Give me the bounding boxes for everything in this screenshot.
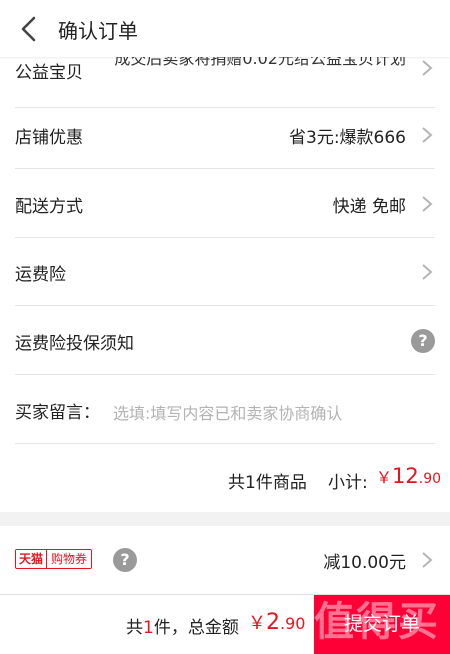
help-icon[interactable]: ?: [411, 329, 435, 353]
subtotal-row: 共1件商品 小计: ￥12.90: [0, 444, 450, 512]
insurance-notice-label: 运费险投保须知: [15, 334, 134, 354]
total-price: ￥2.90: [248, 609, 305, 635]
price-integer: 12: [392, 464, 419, 488]
order-card: 公益宝贝 成交后卖家将捐赠0.02元给公益宝贝计划 店铺优惠 省3元:爆款666…: [0, 0, 450, 512]
tmall-coupon-badge: 天猫 购物券: [15, 549, 93, 569]
currency-symbol: ￥: [248, 613, 266, 634]
coupon-value: 减10.00元: [323, 553, 406, 573]
chevron-right-icon: [422, 552, 433, 568]
shop-discount-row[interactable]: 店铺优惠 省3元:爆款666: [0, 101, 450, 169]
buyer-message-row[interactable]: 买家留言： 选填:填写内容已和卖家协商确认: [0, 376, 450, 444]
chevron-right-icon: [422, 196, 433, 212]
total-suffix: 件，总金额: [153, 618, 239, 638]
total-prefix: 共: [126, 618, 143, 638]
chevron-right-icon: [422, 127, 433, 143]
delivery-value: 快递 免邮: [332, 197, 406, 217]
insurance-notice-row[interactable]: 运费险投保须知 ?: [0, 307, 450, 375]
buyer-message-input[interactable]: 选填:填写内容已和卖家协商确认: [113, 400, 342, 424]
delivery-label: 配送方式: [15, 197, 83, 217]
shipping-insurance-row[interactable]: 运费险: [0, 238, 450, 306]
submit-order-button[interactable]: 提交订单: [314, 595, 450, 654]
shop-discount-value: 省3元:爆款666: [289, 128, 406, 148]
tmall-logo: 天猫: [16, 550, 47, 568]
subtotal-label: 小计:: [328, 473, 368, 493]
back-arrow-icon[interactable]: [14, 14, 44, 44]
page-title: 确认订单: [58, 19, 138, 43]
divider: [15, 305, 435, 306]
delivery-row[interactable]: 配送方式 快递 免邮: [0, 170, 450, 238]
buyer-message-label: 买家留言：: [15, 403, 100, 423]
price-decimal: .90: [418, 471, 442, 487]
welfare-label: 公益宝贝: [15, 63, 83, 83]
currency-symbol: ￥: [376, 468, 393, 487]
help-icon[interactable]: ?: [113, 548, 137, 572]
app-header: 确认订单: [0, 0, 450, 57]
shop-discount-label: 店铺优惠: [15, 128, 83, 148]
chevron-right-icon: [422, 264, 433, 280]
divider: [15, 374, 435, 375]
price-decimal: .90: [280, 614, 306, 633]
item-count: 共1件商品: [228, 473, 307, 493]
total-count: 1: [143, 618, 154, 638]
divider: [15, 168, 435, 169]
coupon-row[interactable]: 天猫 购物券 ? 减10.00元: [0, 526, 450, 594]
coupon-tag: 购物券: [46, 550, 92, 568]
checkout-bar: 共1件，总金额 ￥2.90 提交订单: [0, 594, 450, 654]
shipping-insurance-label: 运费险: [15, 265, 66, 285]
total-summary: 共1件，总金额: [126, 613, 239, 638]
price-integer: 2: [266, 610, 280, 635]
chevron-right-icon: [422, 60, 433, 76]
subtotal-price: ￥12.90: [376, 464, 441, 488]
